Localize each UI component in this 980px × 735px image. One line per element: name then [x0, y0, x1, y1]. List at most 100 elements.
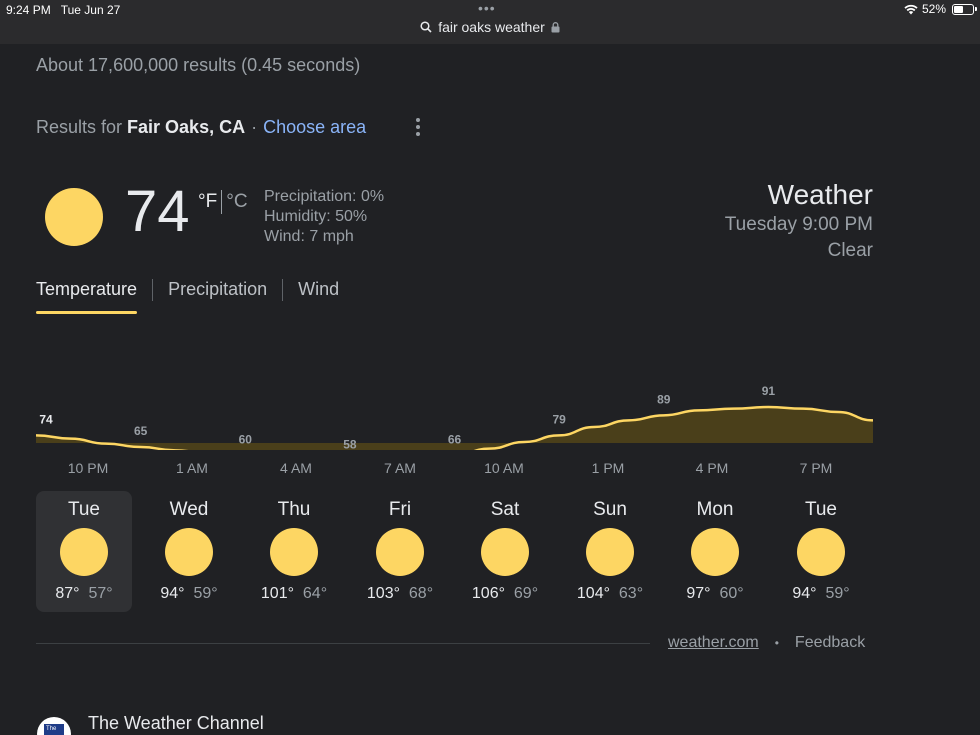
- status-time: 9:24 PM Tue Jun 27: [6, 3, 120, 17]
- forecast-day[interactable]: Tue 94° 59°: [773, 491, 869, 612]
- forecast-day[interactable]: Thu 101° 64°: [246, 491, 342, 612]
- weather-header: Weather Tuesday 9:00 PM Clear: [725, 178, 873, 264]
- sun-icon: [165, 528, 213, 576]
- forecast-low: 59°: [825, 585, 850, 602]
- forecast-day[interactable]: Mon 97° 60°: [667, 491, 763, 612]
- daily-forecast: Tue 87° 57° Wed 94° 59° Thu 101° 64° Fri…: [36, 491, 876, 613]
- hour-tick-label: 7 AM: [384, 460, 416, 476]
- forecast-day[interactable]: Wed 94° 59°: [141, 491, 237, 612]
- hour-tick-label: 1 AM: [176, 460, 208, 476]
- chart-value-label: 65: [134, 424, 148, 438]
- forecast-low: 68°: [408, 585, 434, 602]
- sun-icon: [691, 528, 739, 576]
- forecast-high: 106°: [471, 585, 505, 602]
- forecast-day[interactable]: Fri 103° 68°: [352, 491, 448, 612]
- temperature-chart: 74 65 60 58 66 79 89 91: [35, 384, 874, 450]
- forecast-temps: 97° 60°: [667, 585, 763, 603]
- forecast-high: 87°: [55, 585, 80, 602]
- hour-tick-label: 10 PM: [67, 460, 109, 476]
- forecast-high: 103°: [366, 585, 400, 602]
- forecast-day-name: Sat: [490, 499, 520, 520]
- forecast-high: 94°: [160, 585, 185, 602]
- address-query: fair oaks weather: [438, 19, 545, 35]
- status-right: 52%: [904, 2, 977, 16]
- wifi-icon: [904, 4, 918, 14]
- hour-tick-label: 7 PM: [799, 460, 833, 476]
- chart-value-label: 66: [448, 432, 462, 446]
- clock-date: Tue Jun 27: [60, 3, 121, 17]
- tab-divider: [152, 279, 154, 301]
- more-options-icon[interactable]: [412, 118, 424, 138]
- sun-icon: [376, 528, 424, 576]
- chart-value-label: 91: [762, 384, 776, 398]
- choose-area-link[interactable]: Choose area: [263, 117, 366, 138]
- forecast-day-name: Fri: [388, 499, 412, 520]
- feedback-link[interactable]: Feedback: [795, 634, 865, 652]
- current-temperature: 74: [125, 179, 190, 244]
- forecast-low: 69°: [513, 585, 539, 602]
- weather-channel-logo: The: [37, 717, 71, 735]
- forecast-low: 60°: [719, 585, 744, 602]
- weather-condition: Clear: [827, 240, 873, 261]
- sun-icon: [270, 528, 318, 576]
- weather-com-link[interactable]: weather.com: [668, 634, 759, 652]
- results-location-line: Results for Fair Oaks, CA · Choose area: [36, 117, 366, 138]
- chart-value-label: 60: [239, 432, 253, 446]
- forecast-temps: 87° 57°: [36, 585, 132, 603]
- tab-divider: [282, 279, 284, 301]
- weather-datetime: Tuesday 9:00 PM: [724, 214, 873, 235]
- hour-tick-label: 4 PM: [695, 460, 729, 476]
- forecast-temps: 94° 59°: [773, 585, 869, 603]
- tab-wind[interactable]: Wind: [298, 279, 339, 310]
- address-bar[interactable]: fair oaks weather: [0, 19, 980, 35]
- tab-temperature[interactable]: Temperature: [36, 279, 138, 314]
- chart-tabs: Temperature Precipitation Wind: [36, 279, 339, 314]
- hour-tick-label: 4 AM: [280, 460, 312, 476]
- results-location: Fair Oaks, CA: [127, 117, 246, 137]
- hour-tick-label: 1 PM: [591, 460, 625, 476]
- forecast-high: 94°: [792, 585, 817, 602]
- unit-fahrenheit[interactable]: °F: [198, 191, 217, 213]
- forecast-temps: 104° 63°: [562, 585, 658, 603]
- battery-icon: [952, 3, 977, 15]
- chart-value-label: 74: [39, 412, 53, 426]
- footer-divider: [36, 643, 650, 644]
- lock-icon: [551, 21, 560, 32]
- battery-percent: 52%: [921, 2, 946, 16]
- forecast-day[interactable]: Tue 87° 57°: [36, 491, 132, 612]
- tab-precipitation[interactable]: Precipitation: [168, 279, 267, 310]
- weather-heading: Weather: [767, 179, 873, 210]
- weather-channel-title[interactable]: The Weather Channel: [88, 713, 264, 734]
- chart-value-label: 58: [343, 437, 357, 450]
- wind-text: Wind: 7 mph: [264, 228, 354, 245]
- forecast-day[interactable]: Sun 104° 63°: [562, 491, 658, 612]
- unit-celsius[interactable]: °C: [226, 191, 247, 213]
- forecast-day-name: Sun: [593, 499, 627, 520]
- forecast-day-name: Tue: [67, 499, 101, 520]
- forecast-low: 63°: [618, 585, 644, 602]
- precipitation-text: Precipitation: 0%: [264, 188, 385, 205]
- forecast-day-name: Tue: [804, 499, 838, 520]
- results-prefix: Results for: [36, 117, 123, 137]
- weather-details: Precipitation: 0% Humidity: 50% Wind: 7 …: [264, 187, 384, 247]
- forecast-day-name: Mon: [696, 499, 734, 520]
- forecast-high: 97°: [686, 585, 711, 602]
- forecast-day[interactable]: Sat 106° 69°: [457, 491, 553, 612]
- sun-icon: [481, 528, 529, 576]
- forecast-low: 59°: [193, 585, 218, 602]
- source-attribution: weather.com • Feedback: [668, 634, 865, 652]
- footer-dot: •: [774, 636, 779, 650]
- forecast-low: 57°: [88, 585, 113, 602]
- sun-icon: [586, 528, 634, 576]
- sun-icon: [60, 528, 108, 576]
- forecast-day-name: Wed: [169, 499, 209, 520]
- multitasking-dots[interactable]: •••: [478, 0, 496, 16]
- forecast-temps: 101° 64°: [246, 585, 342, 603]
- chart-value-label: 89: [657, 392, 671, 406]
- forecast-temps: 94° 59°: [141, 585, 237, 603]
- forecast-temps: 106° 69°: [457, 585, 553, 603]
- forecast-high: 104°: [576, 585, 610, 602]
- clock-time: 9:24 PM: [6, 3, 51, 17]
- forecast-low: 64°: [302, 585, 328, 602]
- humidity-text: Humidity: 50%: [264, 208, 368, 225]
